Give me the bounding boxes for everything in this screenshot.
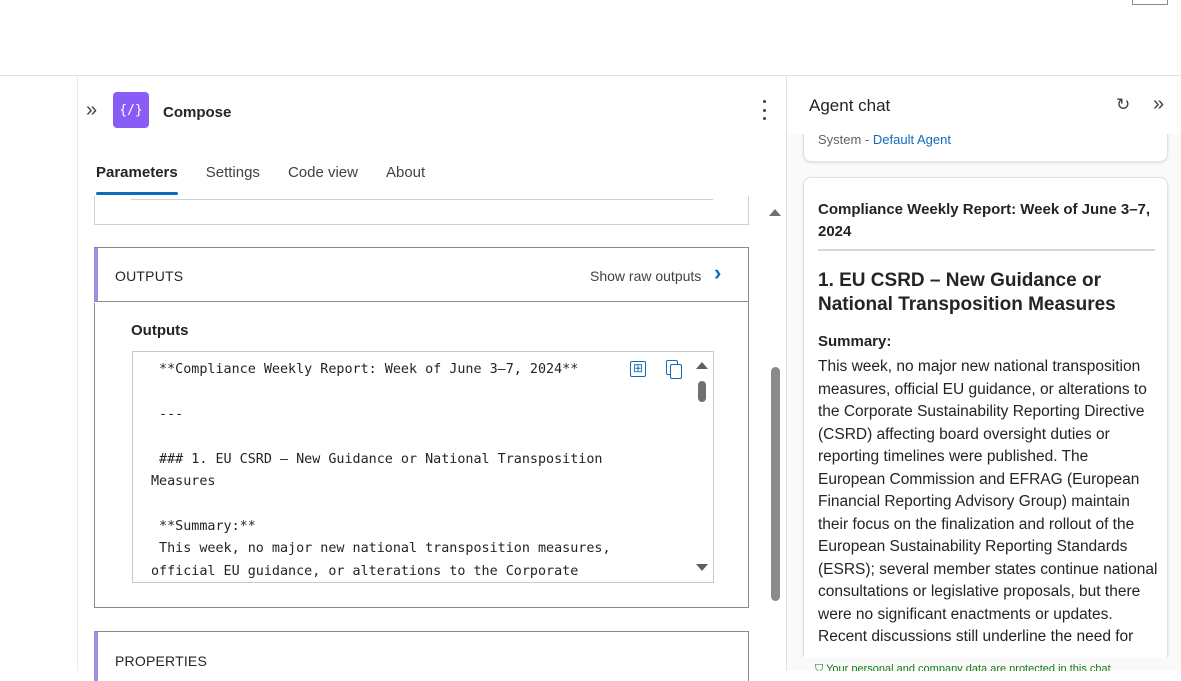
panel-scroll-up-icon[interactable]	[769, 209, 781, 216]
tab-list: Parameters Settings Code view About	[96, 158, 453, 198]
outputs-label: Outputs	[131, 322, 189, 339]
compose-icon-glyph: {/}	[119, 102, 143, 118]
message-section-title: 1. EU CSRD – New Guidance or National Tr…	[818, 270, 1116, 315]
tab-code-view[interactable]: Code view	[288, 158, 358, 198]
copy-icon[interactable]	[666, 360, 682, 379]
agent-message-card: Compliance Weekly Report: Week of June 3…	[803, 177, 1168, 671]
panel-header: » {/} Compose	[78, 76, 786, 146]
summary-text: This week, no major new national transpo…	[818, 358, 1158, 645]
show-raw-outputs-link[interactable]: Show raw outputs	[590, 268, 701, 284]
outputs-section: OUTPUTS Show raw outputs › Outputs **Com…	[94, 247, 749, 608]
panel-title: Compose	[163, 104, 232, 121]
outputs-code-text: **Compliance Weekly Report: Week of June…	[151, 362, 611, 579]
agent-chat-panel: System - Default Agent Agent chat ↻ » Co…	[786, 76, 1181, 671]
inputs-section-bottom	[94, 196, 749, 225]
system-prefix: System -	[818, 132, 873, 147]
more-options-icon[interactable]	[761, 100, 767, 120]
compose-action-icon: {/}	[113, 92, 149, 128]
compose-panel: » {/} Compose Parameters Settings Code v…	[78, 76, 786, 681]
table-view-icon[interactable]: ⊞	[630, 361, 646, 377]
collapse-chat-icon[interactable]: »	[1153, 93, 1164, 116]
chat-footer: ⛉ Your personal and company data are pro…	[787, 657, 1181, 671]
properties-title: PROPERTIES	[115, 653, 207, 669]
outputs-code-box[interactable]: **Compliance Weekly Report: Week of June…	[132, 351, 714, 583]
outputs-section-header[interactable]: OUTPUTS Show raw outputs ›	[94, 248, 748, 302]
top-bar	[0, 0, 1181, 76]
left-gutter	[0, 76, 78, 671]
refresh-icon[interactable]: ↻	[1116, 95, 1130, 115]
shield-icon: ⛉	[815, 663, 827, 671]
window-control[interactable]	[1132, 0, 1168, 5]
summary-label: Summary:	[818, 333, 892, 350]
privacy-notice: ⛉ Your personal and company data are pro…	[815, 663, 1111, 671]
properties-section[interactable]: PROPERTIES	[94, 631, 749, 681]
chat-header: Agent chat ↻ »	[787, 76, 1181, 134]
tab-settings[interactable]: Settings	[206, 158, 260, 198]
outputs-title: OUTPUTS	[115, 268, 184, 284]
tab-about[interactable]: About	[386, 158, 425, 198]
message-heading: Compliance Weekly Report: Week of June 3…	[818, 201, 1151, 240]
system-message-text: System - Default Agent	[818, 132, 951, 147]
collapse-panel-icon[interactable]: »	[86, 100, 97, 120]
message-divider	[818, 249, 1155, 251]
default-agent-link[interactable]: Default Agent	[873, 132, 951, 147]
chevron-right-icon[interactable]: ›	[714, 262, 721, 284]
outputs-body: Outputs **Compliance Weekly Report: Week…	[94, 303, 748, 608]
chat-title: Agent chat	[809, 96, 891, 115]
panel-scrollbar-thumb[interactable]	[771, 367, 780, 601]
scroll-down-arrow-icon[interactable]	[696, 564, 708, 571]
scroll-up-arrow-icon[interactable]	[696, 362, 708, 369]
input-field-edge	[131, 196, 713, 200]
code-scrollbar-thumb[interactable]	[698, 381, 706, 402]
tab-parameters[interactable]: Parameters	[96, 158, 178, 198]
privacy-notice-text: Your personal and company data are prote…	[826, 663, 1111, 671]
